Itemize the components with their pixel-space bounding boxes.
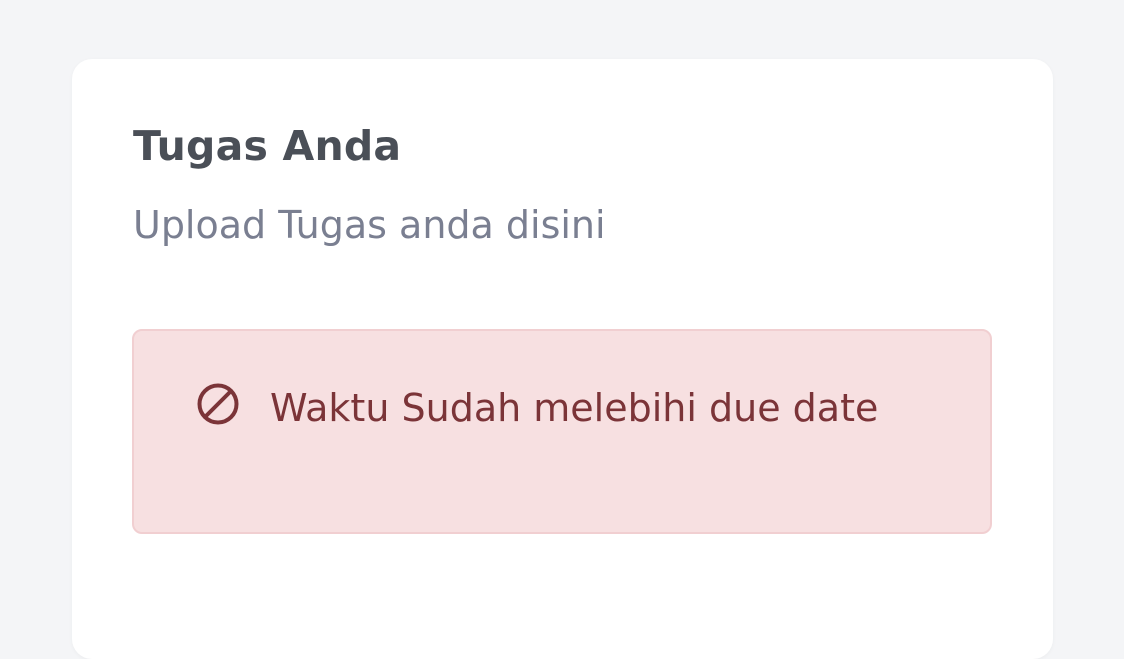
alert-message: Waktu Sudah melebihi due date: [270, 386, 879, 430]
card-subtitle: Upload Tugas anda disini: [133, 203, 606, 247]
card-title: Tugas Anda: [133, 122, 402, 170]
ban-icon: [196, 382, 240, 426]
assignment-card: Tugas Anda Upload Tugas anda disini Wakt…: [72, 59, 1053, 659]
due-date-alert: Waktu Sudah melebihi due date: [132, 329, 992, 534]
